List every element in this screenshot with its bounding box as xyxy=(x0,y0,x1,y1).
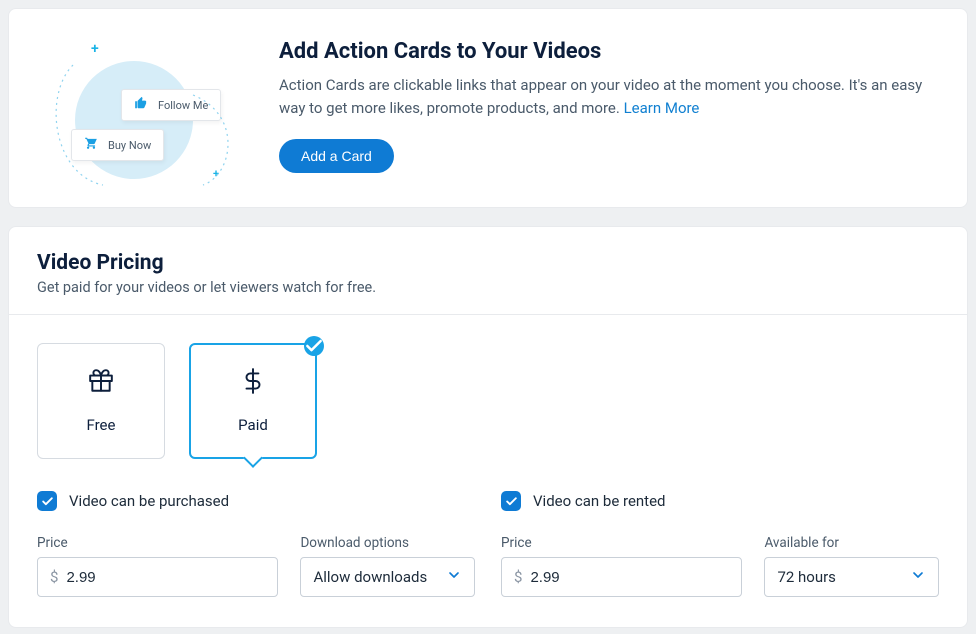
divider xyxy=(9,314,967,315)
purchase-price-label: Price xyxy=(37,535,278,551)
rent-price-input-wrapper[interactable]: $ xyxy=(501,557,742,597)
available-for-field: Available for 72 hours xyxy=(764,535,939,597)
available-for-value: 72 hours xyxy=(777,568,836,586)
learn-more-link[interactable]: Learn More xyxy=(624,99,700,117)
action-cards-description: Action Cards are clickable links that ap… xyxy=(279,74,931,121)
selected-caret-icon xyxy=(243,448,263,468)
action-cards-text: Add Action Cards to Your Videos Action C… xyxy=(279,39,931,179)
rent-price-label: Price xyxy=(501,535,742,551)
gift-icon xyxy=(88,368,114,398)
purchase-field-row: Price $ Download options Allow downloads xyxy=(37,535,475,597)
rent-checkbox-label: Video can be rented xyxy=(533,492,666,510)
rent-checkbox[interactable] xyxy=(501,491,521,511)
rent-checkbox-row: Video can be rented xyxy=(501,491,939,511)
download-options-field: Download options Allow downloads xyxy=(300,535,475,597)
available-for-label: Available for xyxy=(764,535,939,551)
currency-prefix: $ xyxy=(514,568,522,586)
pricing-tile-free[interactable]: Free xyxy=(37,343,165,459)
download-options-select[interactable]: Allow downloads xyxy=(300,557,475,597)
pricing-columns: Video can be purchased Price $ Download … xyxy=(37,491,939,597)
action-cards-panel: + + Follow Me Buy Now Add Action Cards t… xyxy=(8,8,968,208)
pricing-tile-row: Free Paid xyxy=(37,343,939,459)
pricing-tile-paid[interactable]: Paid xyxy=(189,343,317,459)
check-icon xyxy=(505,495,518,508)
pricing-tile-paid-label: Paid xyxy=(238,416,268,434)
purchase-price-field: Price $ xyxy=(37,535,278,597)
video-pricing-subtitle: Get paid for your videos or let viewers … xyxy=(37,279,939,296)
video-pricing-panel: Video Pricing Get paid for your videos o… xyxy=(8,226,968,628)
dollar-icon xyxy=(240,368,266,398)
currency-prefix: $ xyxy=(50,568,58,586)
rent-price-field: Price $ xyxy=(501,535,742,597)
add-card-button[interactable]: Add a Card xyxy=(279,139,394,173)
rent-price-input[interactable] xyxy=(530,569,729,586)
rent-column: Video can be rented Price $ Available fo… xyxy=(501,491,939,597)
check-icon xyxy=(41,495,54,508)
purchase-price-input[interactable] xyxy=(66,569,265,586)
purchase-checkbox-label: Video can be purchased xyxy=(69,492,229,510)
action-cards-description-text: Action Cards are clickable links that ap… xyxy=(279,76,922,117)
available-for-select[interactable]: 72 hours xyxy=(764,557,939,597)
action-cards-title: Add Action Cards to Your Videos xyxy=(279,39,931,64)
check-badge-icon xyxy=(304,336,324,356)
download-options-label: Download options xyxy=(300,535,475,551)
download-options-value: Allow downloads xyxy=(313,568,427,586)
purchase-checkbox-row: Video can be purchased xyxy=(37,491,475,511)
chevron-down-icon xyxy=(446,567,462,587)
chevron-down-icon xyxy=(910,567,926,587)
dotted-path-decoration xyxy=(43,55,243,195)
purchase-column: Video can be purchased Price $ Download … xyxy=(37,491,475,597)
pricing-tile-free-label: Free xyxy=(87,416,116,434)
purchase-checkbox[interactable] xyxy=(37,491,57,511)
action-cards-illustration: + + Follow Me Buy Now xyxy=(33,39,243,179)
rent-field-row: Price $ Available for 72 hours xyxy=(501,535,939,597)
purchase-price-input-wrapper[interactable]: $ xyxy=(37,557,278,597)
video-pricing-title: Video Pricing xyxy=(37,251,939,275)
